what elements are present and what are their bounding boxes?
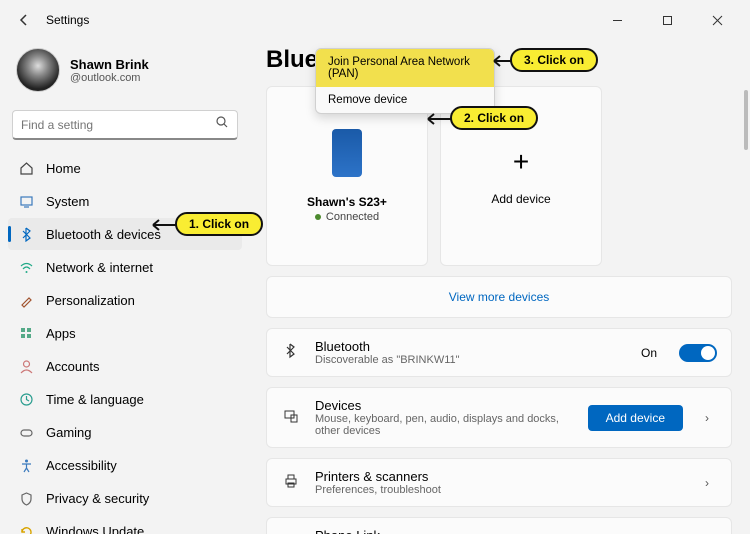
- accounts-icon: [18, 358, 34, 374]
- sidebar-item-label: Personalization: [46, 293, 135, 308]
- sidebar-item-label: Accessibility: [46, 458, 117, 473]
- callout-1: 1. Click on: [175, 212, 263, 236]
- printers-row[interactable]: Printers & scanners Preferences, trouble…: [266, 458, 732, 507]
- add-device-button[interactable]: Add device: [588, 405, 683, 431]
- sidebar-item-accounts[interactable]: Accounts: [8, 350, 242, 382]
- add-device-label: Add device: [491, 192, 550, 206]
- sidebar-item-time[interactable]: Time & language: [8, 383, 242, 415]
- titlebar: Settings: [0, 0, 750, 40]
- row-subtitle: Discoverable as "BRINKW11": [315, 354, 627, 366]
- devices-row[interactable]: Devices Mouse, keyboard, pen, audio, dis…: [266, 387, 732, 448]
- search-input[interactable]: [21, 118, 215, 132]
- back-button[interactable]: [10, 6, 38, 34]
- sidebar-item-apps[interactable]: Apps: [8, 317, 242, 349]
- row-title: Bluetooth: [315, 339, 627, 354]
- device-name: Shawn's S23+: [307, 195, 387, 209]
- chevron-right-icon: ›: [697, 476, 717, 490]
- menu-item-join-pan[interactable]: Join Personal Area Network (PAN): [316, 49, 494, 87]
- row-subtitle: Preferences, troubleshoot: [315, 484, 683, 496]
- clock-icon: [18, 391, 34, 407]
- sidebar-item-privacy[interactable]: Privacy & security: [8, 482, 242, 514]
- view-more-devices[interactable]: View more devices: [266, 276, 732, 318]
- accessibility-icon: [18, 457, 34, 473]
- sidebar-item-label: Privacy & security: [46, 491, 149, 506]
- profile-email: @outlook.com: [70, 72, 149, 84]
- devices-icon: [281, 408, 301, 427]
- search-box[interactable]: [12, 110, 238, 140]
- bluetooth-row: Bluetooth Discoverable as "BRINKW11" On: [266, 328, 732, 377]
- system-icon: [18, 193, 34, 209]
- sidebar-item-label: System: [46, 194, 89, 209]
- sidebar-item-network[interactable]: Network & internet: [8, 251, 242, 283]
- phone-link-row[interactable]: Phone Link Instantly access your Android…: [266, 517, 732, 534]
- scrollbar[interactable]: [744, 90, 748, 150]
- sidebar-item-label: Bluetooth & devices: [46, 227, 161, 242]
- context-menu: Join Personal Area Network (PAN) Remove …: [315, 48, 495, 114]
- sidebar-item-label: Network & internet: [46, 260, 153, 275]
- apps-icon: [18, 325, 34, 341]
- row-title: Devices: [315, 398, 574, 413]
- home-icon: [18, 160, 34, 176]
- search-icon: [215, 115, 229, 134]
- avatar: [16, 48, 60, 92]
- sidebar-item-label: Time & language: [46, 392, 144, 407]
- brush-icon: [18, 292, 34, 308]
- sidebar-item-label: Home: [46, 161, 81, 176]
- sidebar-item-personalization[interactable]: Personalization: [8, 284, 242, 316]
- gaming-icon: [18, 424, 34, 440]
- close-button[interactable]: [702, 6, 732, 34]
- app-title: Settings: [46, 13, 89, 27]
- sidebar-item-label: Apps: [46, 326, 76, 341]
- bluetooth-toggle[interactable]: [679, 344, 717, 362]
- sidebar-item-home[interactable]: Home: [8, 152, 242, 184]
- plus-icon: +: [513, 146, 529, 178]
- row-title: Printers & scanners: [315, 469, 683, 484]
- toggle-state: On: [641, 346, 657, 360]
- sidebar-item-update[interactable]: Windows Update: [8, 515, 242, 534]
- shield-icon: [18, 490, 34, 506]
- callout-3: 3. Click on: [510, 48, 598, 72]
- sidebar-item-label: Gaming: [46, 425, 92, 440]
- sidebar-item-label: Accounts: [46, 359, 99, 374]
- sidebar-item-gaming[interactable]: Gaming: [8, 416, 242, 448]
- sidebar: Shawn Brink @outlook.com Home System Blu…: [0, 40, 250, 534]
- device-status: Connected: [315, 211, 379, 223]
- wifi-icon: [18, 259, 34, 275]
- bluetooth-icon: [281, 343, 301, 362]
- row-subtitle: Mouse, keyboard, pen, audio, displays an…: [315, 413, 574, 437]
- chevron-right-icon: ›: [697, 411, 717, 425]
- printer-icon: [281, 473, 301, 492]
- minimize-button[interactable]: [602, 6, 632, 34]
- maximize-button[interactable]: [652, 6, 682, 34]
- row-title: Phone Link: [315, 528, 550, 534]
- bluetooth-icon: [18, 226, 34, 242]
- sidebar-item-accessibility[interactable]: Accessibility: [8, 449, 242, 481]
- sidebar-item-label: Windows Update: [46, 524, 144, 534]
- profile-block[interactable]: Shawn Brink @outlook.com: [8, 44, 242, 104]
- phone-icon: [332, 129, 362, 177]
- profile-name: Shawn Brink: [70, 57, 149, 72]
- update-icon: [18, 523, 34, 534]
- callout-2: 2. Click on: [450, 106, 538, 130]
